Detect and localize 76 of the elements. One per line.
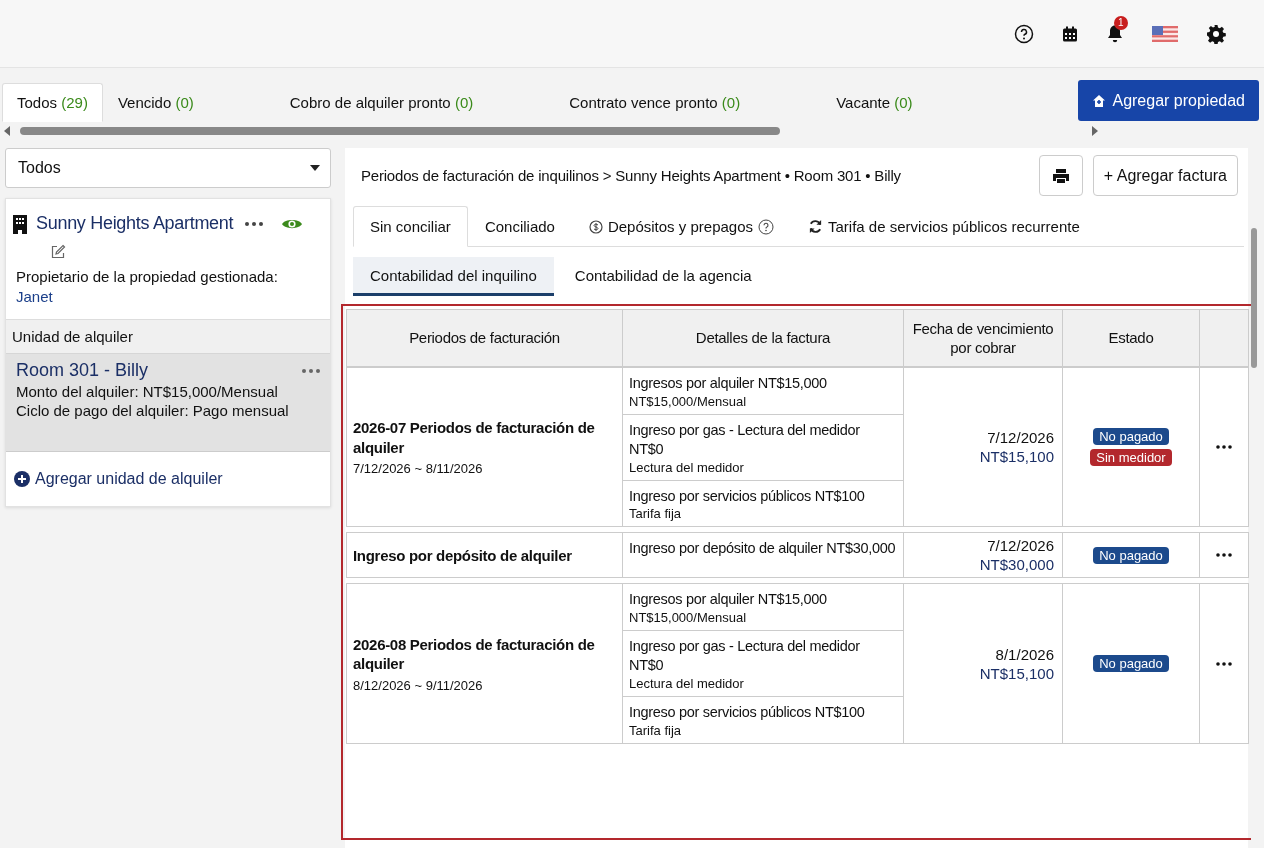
billing-period-dates: 8/12/2026 ~ 9/11/2026 xyxy=(353,677,484,693)
notification-badge: 1 xyxy=(1114,15,1128,30)
units-heading: Unidad de alquiler xyxy=(6,319,330,353)
more-icon[interactable] xyxy=(245,221,264,226)
amount: NT$15,100 xyxy=(979,448,1054,466)
billing-period-dates: 7/12/2026 ~ 8/11/2026 xyxy=(353,461,484,477)
status-badge: No pagado xyxy=(1093,655,1169,673)
coin-icon xyxy=(588,219,603,234)
plus-circle-icon xyxy=(14,471,30,487)
due-date: 8/1/2026 xyxy=(995,645,1054,663)
tab[interactable]: Sin conciliar xyxy=(353,206,468,247)
more-icon[interactable] xyxy=(1216,445,1232,450)
print-button[interactable] xyxy=(1038,155,1083,196)
calendar-icon[interactable] xyxy=(1062,25,1078,42)
invoice-line-note: Lectura del medidor xyxy=(629,459,745,475)
subtab[interactable]: Contabilidad del inquilino xyxy=(353,257,554,296)
column-header: Periodos de facturación xyxy=(347,310,623,366)
invoice-line-note: NT$15,000/Mensual xyxy=(629,610,748,626)
column-header: Detalles de la factura xyxy=(623,310,904,366)
payment-cycle: Ciclo de pago del alquiler: Pago mensual xyxy=(16,402,290,419)
invoice-line-note: NT$15,000/Mensual xyxy=(629,393,748,409)
column-header: Fecha de vencimiento por cobrar xyxy=(904,310,1063,366)
rent-amount: Monto del alquiler: NT$15,000/Mensual xyxy=(16,383,279,400)
invoice-line-title: Ingresos por alquiler NT$15,000 xyxy=(629,590,828,610)
invoice-line-note: Tarifa fija xyxy=(629,506,683,522)
add-unit-link[interactable]: Agregar unidad de alquiler xyxy=(14,470,223,488)
invoice-line-note: Tarifa fija xyxy=(629,722,683,738)
edit-icon[interactable] xyxy=(50,244,66,260)
invoice-line-title: Ingreso por servicios públicos NT$100 xyxy=(629,486,866,506)
unit-name: Room 301 - Billy xyxy=(16,360,149,381)
invoice-line-title: Ingresos por alquiler NT$15,000 xyxy=(629,374,828,393)
caret-icon xyxy=(310,165,320,171)
add-property-button[interactable]: Agregar propiedad xyxy=(1078,80,1259,121)
invoice-line-note: Lectura del medidor xyxy=(629,675,745,691)
status-badge: Sin medidor xyxy=(1090,449,1172,467)
status-badge: No pagado xyxy=(1093,546,1169,564)
add-invoice-button[interactable]: + Agregar factura xyxy=(1092,155,1238,196)
filter-tab[interactable]: Cobro de alquiler pronto (0) xyxy=(274,83,489,122)
filter-tab[interactable]: Vencido (0) xyxy=(102,83,209,122)
property-name[interactable]: Sunny Heights Apartment xyxy=(36,213,234,234)
help-icon[interactable] xyxy=(1014,23,1034,44)
horizontal-scrollbar[interactable] xyxy=(4,124,1098,138)
due-date: 7/12/2026 xyxy=(987,537,1054,555)
amount: NT$15,100 xyxy=(979,664,1054,682)
invoice-line-title: Ingreso por gas - Lectura del medidor NT$0 xyxy=(629,637,861,675)
owner-label: Propietario de la propiedad gestionada: xyxy=(15,268,279,285)
house-icon xyxy=(1092,93,1107,108)
filter-tab[interactable]: Vacante (0) xyxy=(821,83,928,122)
amount: NT$30,000 xyxy=(979,556,1054,574)
billing-period-title: 2026-08 Periodos de facturación de alquiler xyxy=(353,634,596,674)
subtab[interactable]: Contabilidad de la agencia xyxy=(557,257,769,296)
flag-icon[interactable] xyxy=(1152,25,1178,42)
tab[interactable]: Conciliado xyxy=(467,206,572,247)
property-filter-dropdown[interactable]: Todos xyxy=(5,148,331,188)
invoice-line-title: Ingreso por servicios públicos NT$100 xyxy=(629,702,866,722)
billing-period-title: 2026-07 Periodos de facturación de alquiler xyxy=(353,418,596,458)
billing-period-title: Ingreso por depósito de alquiler xyxy=(353,545,573,566)
building-icon xyxy=(12,213,28,234)
due-date: 7/12/2026 xyxy=(987,429,1054,447)
column-header: Estado xyxy=(1063,310,1200,366)
tab[interactable]: Depósitos y prepagos xyxy=(571,206,791,247)
rental-unit-item[interactable]: Room 301 - Billy Monto del alquiler: NT$15,000/Mensual Ciclo de pago del alquiler: Pago mensual xyxy=(6,353,330,452)
printer-icon xyxy=(1051,167,1070,184)
status-badge: No pagado xyxy=(1093,428,1169,446)
owner-link[interactable]: Janet xyxy=(12,288,320,305)
breadcrumb: Periodos de facturación de inquilinos > Sunny Heights Apartment • Room 301 • Billy xyxy=(361,167,902,184)
more-icon[interactable] xyxy=(1216,553,1232,558)
invoice-line-title: Ingreso por depósito de alquiler NT$30,000 xyxy=(629,539,897,559)
settings-icon[interactable] xyxy=(1206,23,1226,44)
filter-tab[interactable]: Todos (29) xyxy=(2,83,103,122)
more-icon[interactable] xyxy=(1216,661,1232,666)
filter-tab[interactable]: Contrato vence pronto (0) xyxy=(554,83,756,122)
invoice-line-title: Ingreso por gas - Lectura del medidor NT$0 xyxy=(629,420,861,459)
refresh-icon xyxy=(808,219,823,234)
column-header xyxy=(1200,310,1248,366)
tab[interactable]: Tarifa de servicios públicos recurrente xyxy=(791,206,1097,247)
